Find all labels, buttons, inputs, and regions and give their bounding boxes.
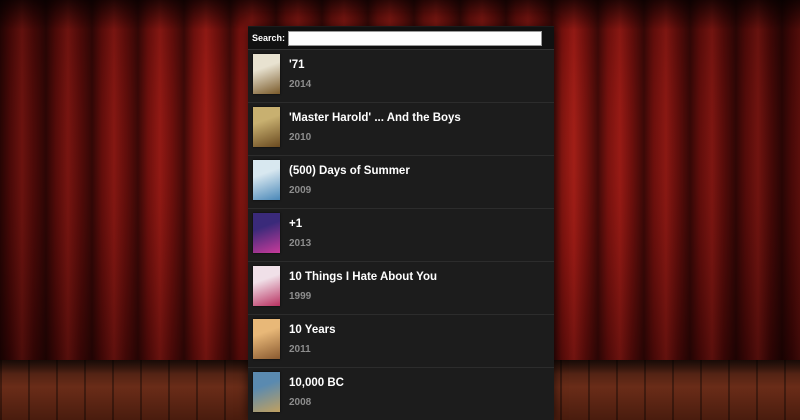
list-item[interactable]: 'Master Harold' ... And the Boys 2010	[248, 103, 554, 156]
movie-title: 10 Things I Hate About You	[289, 271, 438, 283]
movie-poster	[253, 54, 280, 94]
movie-year: 2010	[289, 132, 312, 143]
list-item[interactable]: +1 2013	[248, 209, 554, 262]
movie-meta: 10,000 BC 2008	[289, 372, 344, 408]
list-item[interactable]: 10 Things I Hate About You 1999	[248, 262, 554, 315]
movie-year: 2013	[289, 238, 312, 249]
movie-title: 'Master Harold' ... And the Boys	[289, 112, 461, 124]
movie-year: 2008	[289, 397, 312, 408]
movie-meta: +1 2013	[289, 213, 311, 249]
search-input[interactable]	[288, 30, 543, 46]
list-item[interactable]: 10,000 BC 2008	[248, 368, 554, 420]
theater-curtain-background: Search: '71 2014 'Master Harold' ... And…	[0, 0, 800, 420]
movie-title: 10,000 BC	[289, 377, 344, 389]
movie-poster	[253, 266, 280, 306]
movie-title: +1	[289, 218, 303, 230]
movie-poster	[253, 372, 280, 412]
movie-year: 2011	[289, 344, 311, 355]
list-item[interactable]: '71 2014	[248, 50, 554, 103]
search-label: Search:	[252, 33, 286, 43]
movie-meta: 10 Years 2011	[289, 319, 335, 355]
movie-meta: 'Master Harold' ... And the Boys 2010	[289, 107, 461, 143]
movie-title: '71	[289, 59, 305, 71]
search-bar: Search:	[248, 27, 554, 50]
movie-year: 1999	[289, 291, 312, 302]
movie-title: (500) Days of Summer	[289, 165, 410, 177]
movie-year: 2014	[289, 79, 312, 90]
movie-list-panel: Search: '71 2014 'Master Harold' ... And…	[248, 26, 554, 420]
list-item[interactable]: (500) Days of Summer 2009	[248, 156, 554, 209]
movie-meta: '71 2014	[289, 54, 311, 90]
movie-meta: 10 Things I Hate About You 1999	[289, 266, 437, 302]
movie-poster	[253, 160, 280, 200]
movie-list: '71 2014 'Master Harold' ... And the Boy…	[248, 50, 554, 420]
movie-poster	[253, 107, 280, 147]
movie-year: 2009	[289, 185, 312, 196]
movie-meta: (500) Days of Summer 2009	[289, 160, 410, 196]
movie-title: 10 Years	[289, 324, 336, 336]
list-item[interactable]: 10 Years 2011	[248, 315, 554, 368]
movie-poster	[253, 319, 280, 359]
movie-poster	[253, 213, 280, 253]
